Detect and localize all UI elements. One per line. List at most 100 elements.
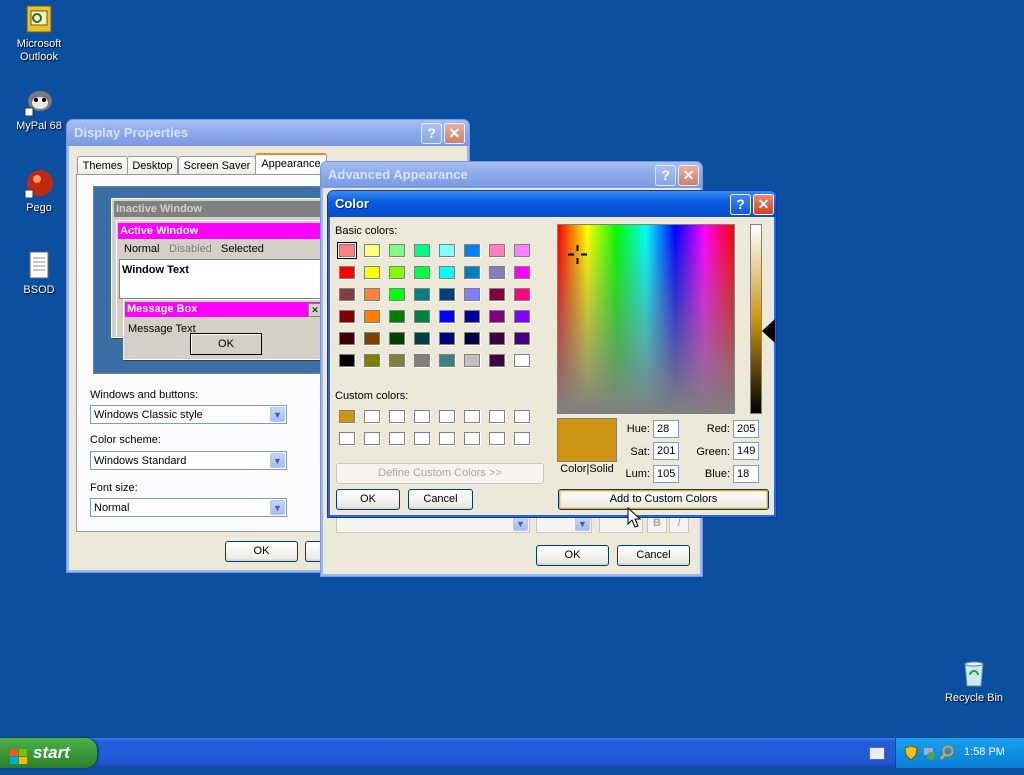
color-swatch[interactable] — [514, 310, 530, 323]
color-swatch[interactable] — [339, 410, 355, 423]
color-swatch[interactable] — [364, 244, 380, 257]
close-button[interactable]: ✕ — [753, 194, 774, 215]
chevron-down-icon[interactable]: ▼ — [270, 500, 285, 515]
color-swatch[interactable] — [439, 432, 455, 445]
color-ok-button[interactable]: OK — [336, 489, 400, 510]
help-button[interactable]: ? — [421, 123, 442, 144]
color-swatch[interactable] — [389, 310, 405, 323]
sat-input[interactable]: 201 — [653, 442, 679, 460]
color-swatch[interactable] — [414, 354, 430, 367]
chevron-down-icon[interactable]: ▼ — [270, 407, 285, 422]
color-swatch[interactable] — [389, 432, 405, 445]
help-button[interactable]: ? — [730, 194, 751, 215]
color-swatch[interactable] — [364, 332, 380, 345]
color-swatch[interactable] — [514, 288, 530, 301]
color-swatch[interactable] — [414, 310, 430, 323]
color-swatch[interactable] — [389, 410, 405, 423]
chevron-down-icon[interactable]: ▼ — [270, 453, 285, 468]
color-swatch[interactable] — [514, 354, 530, 367]
color-swatch[interactable] — [389, 354, 405, 367]
color-swatch[interactable] — [489, 432, 505, 445]
tab-screen-saver[interactable]: Screen Saver — [178, 156, 256, 175]
color-swatch[interactable] — [464, 288, 480, 301]
color-swatch[interactable] — [489, 244, 505, 257]
keyboard-icon[interactable] — [869, 747, 885, 760]
lum-input[interactable]: 105 — [653, 465, 679, 483]
color-swatch[interactable] — [337, 242, 357, 259]
chevron-down-icon[interactable]: ▼ — [575, 516, 590, 531]
clock[interactable]: 1:58 PM — [964, 746, 1005, 758]
color-swatch[interactable] — [364, 410, 380, 423]
color-swatch[interactable] — [414, 332, 430, 345]
color-swatch[interactable] — [364, 266, 380, 279]
font-size-select[interactable]: Normal ▼ — [90, 498, 287, 517]
advanced-cancel-button[interactable]: Cancel — [617, 545, 690, 566]
color-swatch[interactable] — [364, 432, 380, 445]
color-swatch[interactable] — [439, 288, 455, 301]
close-button[interactable]: ✕ — [678, 165, 699, 186]
color-swatch[interactable] — [414, 244, 430, 257]
color-swatch[interactable] — [439, 332, 455, 345]
security-shield-icon[interactable] — [904, 745, 918, 764]
color-swatch[interactable] — [339, 288, 355, 301]
help-button[interactable]: ? — [655, 165, 676, 186]
color-swatch[interactable] — [514, 266, 530, 279]
color-swatch[interactable] — [464, 432, 480, 445]
color-swatch[interactable] — [339, 354, 355, 367]
color-swatch[interactable] — [389, 288, 405, 301]
tab-appearance[interactable]: Appearance — [255, 153, 327, 176]
luminance-slider[interactable] — [750, 224, 762, 414]
color-swatch[interactable] — [514, 410, 530, 423]
tab-themes[interactable]: Themes — [77, 156, 128, 175]
color-swatch[interactable] — [414, 410, 430, 423]
desktop-icon-recycle-bin[interactable]: Recycle Bin — [936, 658, 1012, 705]
color-cancel-button[interactable]: Cancel — [408, 489, 473, 510]
color-swatch[interactable] — [439, 266, 455, 279]
color-scheme-select[interactable]: Windows Standard ▼ — [90, 451, 287, 470]
color-swatch[interactable] — [389, 266, 405, 279]
color-swatch[interactable] — [489, 266, 505, 279]
color-swatch[interactable] — [489, 354, 505, 367]
start-button[interactable]: start — [0, 738, 97, 768]
display-properties-titlebar[interactable]: Display Properties — [67, 120, 469, 146]
color-swatch[interactable] — [414, 432, 430, 445]
advanced-ok-button[interactable]: OK — [536, 545, 609, 566]
network-icon[interactable] — [922, 745, 936, 764]
color-swatch[interactable] — [364, 288, 380, 301]
windows-buttons-select[interactable]: Windows Classic style ▼ — [90, 405, 287, 424]
color-swatch[interactable] — [464, 310, 480, 323]
color-swatch[interactable] — [439, 354, 455, 367]
color-swatch[interactable] — [364, 354, 380, 367]
hue-input[interactable]: 28 — [653, 420, 679, 438]
define-custom-colors-button[interactable]: Define Custom Colors >> — [336, 463, 544, 484]
color-swatch[interactable] — [489, 288, 505, 301]
color-swatch[interactable] — [439, 410, 455, 423]
color-swatch[interactable] — [489, 332, 505, 345]
color-swatch[interactable] — [489, 410, 505, 423]
luminance-arrow-icon[interactable] — [762, 319, 775, 343]
blue-input[interactable]: 18 — [733, 465, 759, 483]
color-swatch[interactable] — [339, 310, 355, 323]
green-input[interactable]: 149 — [733, 442, 759, 460]
color-swatch[interactable] — [464, 266, 480, 279]
color-swatch[interactable] — [389, 332, 405, 345]
color-swatch[interactable] — [514, 432, 530, 445]
tab-desktop[interactable]: Desktop — [127, 156, 178, 175]
chevron-down-icon[interactable]: ▼ — [513, 516, 528, 531]
desktop-icon-outlook[interactable]: Microsoft Outlook — [1, 4, 77, 64]
advanced-appearance-titlebar[interactable]: Advanced Appearance — [321, 162, 702, 188]
color-dialog-titlebar[interactable]: Color — [328, 191, 776, 217]
color-swatch[interactable] — [364, 310, 380, 323]
color-swatch[interactable] — [464, 244, 480, 257]
color-swatch[interactable] — [514, 244, 530, 257]
color-swatch[interactable] — [339, 432, 355, 445]
color-swatch[interactable] — [464, 332, 480, 345]
color-swatch[interactable] — [439, 310, 455, 323]
color-swatch[interactable] — [439, 244, 455, 257]
add-to-custom-colors-button[interactable]: Add to Custom Colors — [558, 489, 769, 510]
color-swatch[interactable] — [339, 332, 355, 345]
color-swatch[interactable] — [414, 288, 430, 301]
color-swatch[interactable] — [414, 266, 430, 279]
color-swatch[interactable] — [389, 244, 405, 257]
color-swatch[interactable] — [464, 354, 480, 367]
